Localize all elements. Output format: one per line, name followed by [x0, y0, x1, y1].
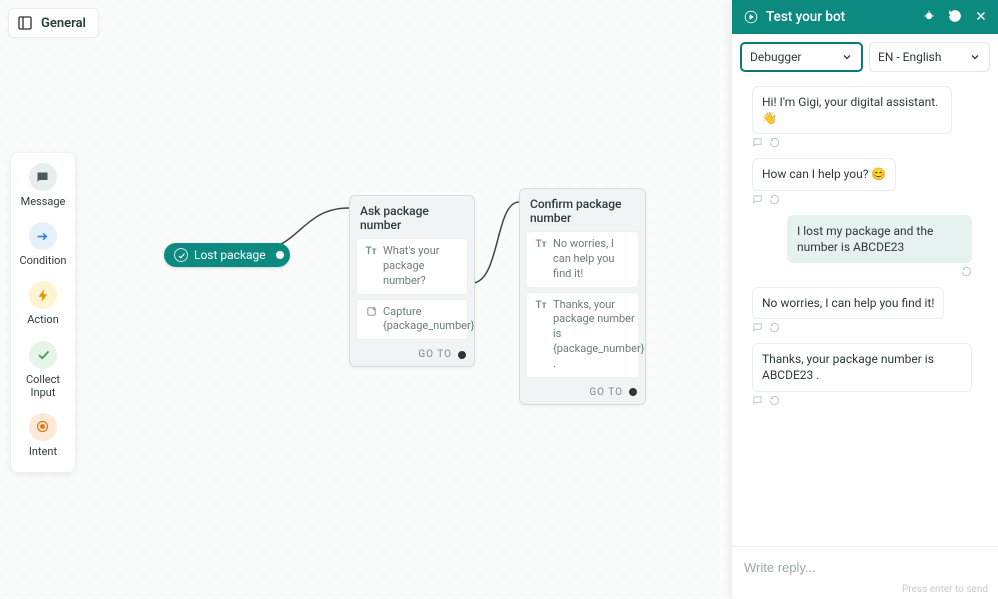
tool-message[interactable]: Message — [21, 163, 66, 208]
close-icon — [974, 9, 988, 23]
tool-label: Condition — [19, 254, 66, 267]
chat-log: Hi! I'm Gigi, your digital assistant. 👋 … — [732, 80, 998, 546]
text-icon: Tᴛ — [535, 237, 547, 282]
refresh-icon — [948, 9, 962, 23]
node-block[interactable]: Tᴛ Thanks, your package number is {packa… — [526, 292, 639, 378]
refresh-icon — [769, 395, 780, 406]
message-meta — [752, 194, 990, 205]
tool-intent[interactable]: Intent — [29, 413, 57, 458]
chat-icon — [752, 322, 763, 333]
node-block[interactable]: Tᴛ What's your package number? — [356, 238, 468, 295]
page-label-text: General — [41, 16, 86, 31]
node-title: Ask package number — [356, 202, 468, 238]
node-block[interactable]: Capture {package_number} — [356, 299, 468, 341]
goto-port[interactable]: GO TO — [356, 344, 468, 360]
chat-icon — [752, 137, 763, 148]
checkmark-icon — [174, 248, 188, 262]
refresh-icon — [769, 137, 780, 148]
bug-icon — [922, 9, 936, 23]
chevron-down-icon — [969, 51, 981, 63]
reply-input[interactable] — [742, 559, 988, 576]
output-port[interactable] — [458, 351, 466, 359]
debug-button[interactable] — [922, 9, 936, 26]
goto-port[interactable]: GO TO — [526, 382, 639, 398]
arrow-right-icon — [35, 229, 50, 244]
chevron-down-icon — [841, 51, 853, 63]
message-meta — [752, 395, 990, 406]
refresh-icon — [769, 322, 780, 333]
refresh-icon — [961, 266, 972, 277]
output-port[interactable] — [629, 388, 637, 396]
chat-icon — [752, 194, 763, 205]
tool-collect-input[interactable]: Collect Input — [17, 341, 69, 399]
reset-button[interactable] — [948, 9, 962, 26]
tool-label: Collect Input — [17, 373, 69, 399]
select-value: Debugger — [750, 50, 802, 64]
language-select[interactable]: EN - English — [869, 42, 990, 72]
text-icon: Tᴛ — [535, 298, 547, 372]
block-text: Thanks, your package number is {package_… — [553, 298, 644, 372]
close-button[interactable] — [974, 9, 988, 26]
bot-message: Thanks, your package number is ABCDE23 . — [752, 343, 972, 391]
tool-label: Message — [21, 195, 66, 208]
refresh-icon — [769, 194, 780, 205]
message-meta — [752, 137, 990, 148]
flow-canvas[interactable]: General Message Condition Action Collec — [0, 0, 998, 599]
bot-message: How can I help you? 😊 — [752, 158, 896, 190]
tool-label: Action — [27, 313, 59, 326]
bolt-icon — [36, 288, 51, 303]
message-icon — [35, 170, 50, 185]
page-label-chip[interactable]: General — [8, 8, 99, 38]
chat-icon — [752, 395, 763, 406]
tool-label: Intent — [29, 445, 57, 458]
node-block[interactable]: Tᴛ No worries, I can help you find it! — [526, 231, 639, 288]
tool-action[interactable]: Action — [27, 281, 59, 326]
user-message: I lost my package and the number is ABCD… — [787, 215, 972, 263]
flow-node-confirm-package[interactable]: Confirm package number Tᴛ No worries, I … — [519, 188, 646, 405]
check-icon — [36, 347, 51, 362]
select-value: EN - English — [878, 50, 941, 64]
panel-title: Test your bot — [766, 9, 845, 25]
text-icon: Tᴛ — [365, 244, 377, 289]
output-port[interactable] — [276, 251, 284, 259]
block-text: No worries, I can help you find it! — [553, 237, 630, 282]
debugger-select[interactable]: Debugger — [740, 42, 863, 72]
start-node-label: Lost package — [194, 248, 266, 262]
bot-message: No worries, I can help you find it! — [752, 287, 944, 319]
tool-condition[interactable]: Condition — [19, 222, 66, 267]
capture-icon — [365, 305, 377, 335]
message-meta — [752, 322, 990, 333]
target-icon — [35, 419, 50, 434]
flow-node-ask-package[interactable]: Ask package number Tᴛ What's your packag… — [349, 195, 475, 367]
message-meta — [740, 266, 972, 277]
node-title: Confirm package number — [526, 195, 639, 231]
play-icon — [744, 10, 758, 24]
toolbox: Message Condition Action Collect Input I… — [10, 152, 76, 473]
layout-icon — [17, 15, 33, 31]
panel-header: Test your bot — [732, 0, 998, 34]
block-text: Capture {package_number} — [383, 305, 474, 335]
reply-hint: Press enter to send — [732, 582, 998, 599]
test-bot-panel: Test your bot Debugger EN - English Hi! … — [732, 0, 998, 599]
reply-box — [732, 546, 998, 582]
start-node[interactable]: Lost package — [164, 243, 290, 267]
bot-message: Hi! I'm Gigi, your digital assistant. 👋 — [752, 86, 952, 134]
block-text: What's your package number? — [383, 244, 459, 289]
